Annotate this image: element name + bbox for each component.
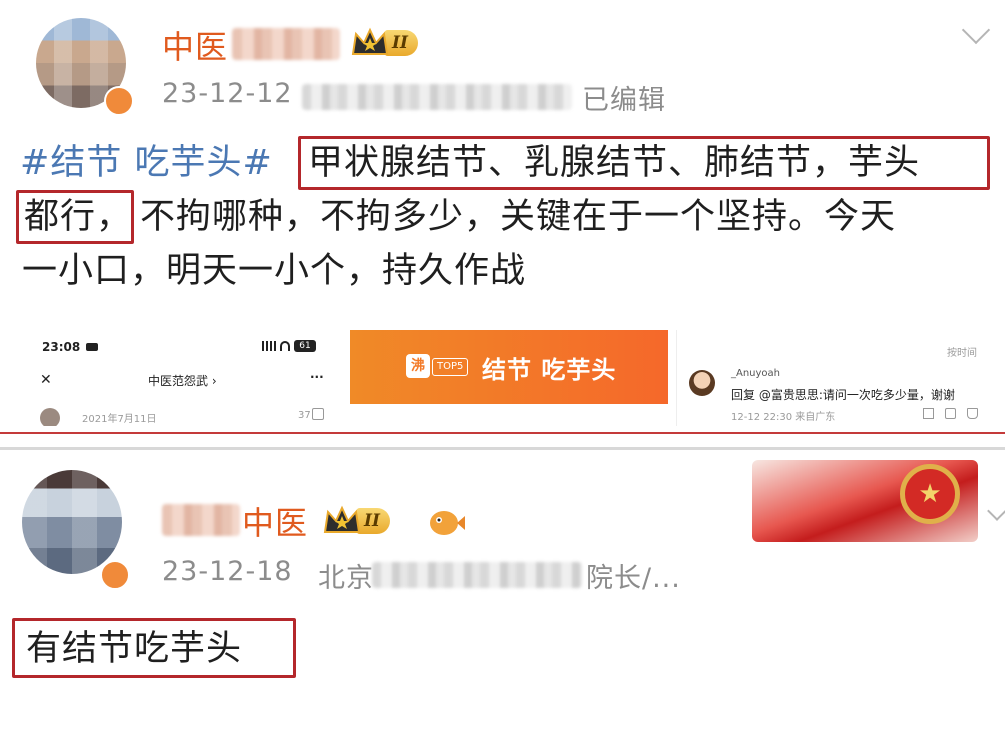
post1-edited-label: 已编辑 — [582, 85, 666, 116]
post2-title-tail: 院长/... — [586, 563, 681, 594]
like-icon — [312, 408, 324, 420]
phone-title: 中医范怨武 › — [148, 374, 217, 388]
thumb-phone-screenshot[interactable]: 23:08 61 ✕ 中医范怨武 › ··· 2021年7月11日 37 — [28, 330, 338, 426]
post1-more-chevron-icon[interactable] — [961, 15, 991, 45]
highlight-box-line1 — [298, 136, 990, 190]
hot-topic-text: 结节 吃芋头 — [482, 356, 617, 384]
hot-badge-icon: 沸 — [406, 354, 430, 378]
comment-icon[interactable] — [945, 408, 956, 419]
post1-line1: #结节 吃芋头# — [20, 136, 273, 190]
crown-icon — [351, 27, 389, 55]
post2-date: 23-12-18 — [162, 556, 293, 587]
verified-badge-icon — [100, 560, 130, 590]
post2-vip-badge[interactable]: II — [322, 504, 390, 538]
post2-more-chevron-icon[interactable] — [987, 501, 1005, 521]
post1-username[interactable]: 中医 — [162, 22, 228, 68]
like-icon[interactable] — [967, 408, 978, 419]
post2-location: 北京 — [318, 563, 374, 594]
commenter-avatar — [689, 370, 715, 396]
post1-hashtag[interactable]: #结节 吃芋头# — [20, 143, 273, 183]
car-icon — [86, 343, 98, 351]
post1-source-redacted — [302, 84, 572, 110]
post1-username-redacted — [232, 28, 340, 60]
commenter-name: _Anuyoah — [731, 368, 781, 379]
mini-avatar — [40, 408, 60, 426]
more-icon[interactable]: ··· — [310, 370, 324, 384]
signal-icon — [262, 341, 276, 351]
post1-line2-rest: 不拘哪种，不拘多少，关键在于一个坚持。今天 — [140, 197, 897, 237]
phone-likes: 37 — [298, 410, 311, 421]
post2-avatar[interactable] — [22, 470, 122, 574]
share-icon[interactable] — [923, 408, 934, 419]
phone-time: 23:08 — [42, 340, 81, 354]
pufferfish-badge-icon — [430, 511, 465, 535]
close-icon[interactable]: ✕ — [40, 372, 52, 388]
post1-vip-badge[interactable]: II — [350, 26, 418, 60]
divider-red — [0, 432, 1005, 434]
post2-username[interactable]: 中医 — [242, 498, 308, 544]
thumb-hot-topic[interactable]: 沸 TOP5 结节 吃芋头 — [350, 330, 668, 404]
decorative-banner: ★ — [752, 460, 978, 542]
post2-title-redacted — [372, 562, 582, 588]
post1-line3: 一小口，明天一小个，持久作战 — [22, 251, 527, 291]
highlight-box-post2 — [12, 618, 296, 678]
emblem-icon: ★ — [900, 464, 960, 524]
sort-by-time[interactable]: 按时间 — [947, 344, 977, 359]
post1-date: 23-12-12 — [162, 78, 293, 109]
highlight-box-line2 — [16, 190, 134, 244]
phone-date: 2021年7月11日 — [82, 414, 157, 425]
wifi-icon — [280, 341, 290, 351]
thumb-comment[interactable]: 按时间 _Anuyoah 回复 @富贵思思:请问一次吃多少量，谢谢 12-12 … — [676, 330, 994, 426]
comment-meta: 12-12 22:30 来自广东 — [731, 412, 836, 423]
verified-badge-icon — [104, 86, 134, 116]
divider-grey — [0, 447, 1005, 450]
hot-rank-badge: TOP5 — [432, 358, 469, 376]
crown-icon — [323, 505, 361, 533]
post2-username-redacted — [162, 504, 240, 536]
comment-reply: 回复 @富贵思思:请问一次吃多少量，谢谢 — [731, 388, 955, 402]
battery-icon: 61 — [294, 340, 316, 352]
